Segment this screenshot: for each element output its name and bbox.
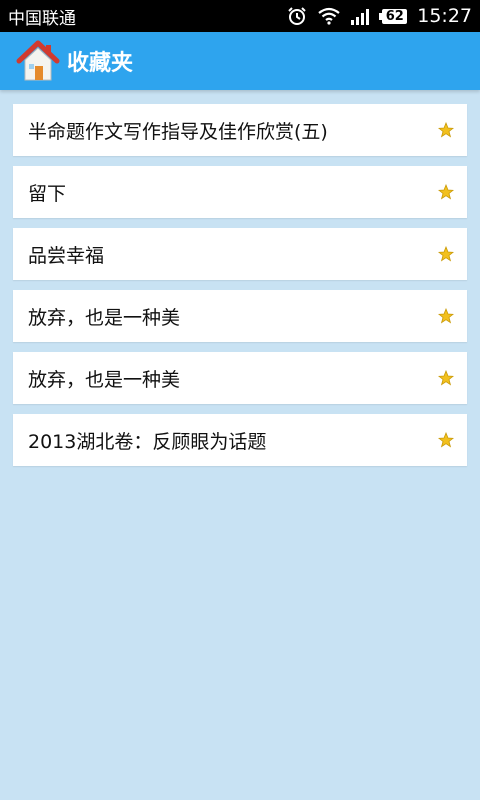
list-item[interactable]: 留下 [13, 166, 467, 218]
app-header: 收藏夹 [0, 32, 480, 90]
favorite-title: 半命题作文写作指导及佳作欣赏(五) [28, 120, 328, 143]
signal-icon [350, 7, 372, 25]
carrier-name: 中国联通 [8, 8, 76, 29]
favorite-title: 2013湖北卷：反顾眼为话题 [28, 430, 267, 453]
favorite-title: 留下 [28, 182, 67, 205]
favorites-list: 半命题作文写作指导及佳作欣赏(五) 留下 品尝幸福 放弃，也是一种美 放弃，也是… [13, 104, 467, 476]
favorite-title: 放弃，也是一种美 [28, 368, 181, 391]
star-icon[interactable] [438, 370, 454, 386]
battery-icon: 62 [379, 8, 408, 24]
list-item[interactable]: 半命题作文写作指导及佳作欣赏(五) [13, 104, 467, 156]
page-title: 收藏夹 [67, 51, 134, 76]
favorite-title: 放弃，也是一种美 [28, 306, 181, 329]
favorite-title: 品尝幸福 [28, 244, 105, 267]
star-icon[interactable] [438, 432, 454, 448]
wifi-icon [318, 7, 340, 25]
star-icon[interactable] [438, 184, 454, 200]
list-item[interactable]: 2013湖北卷：反顾眼为话题 [13, 414, 467, 466]
clock: 15:27 [417, 5, 472, 27]
status-bar: 中国联通 62 15:27 [0, 0, 480, 32]
list-item[interactable]: 品尝幸福 [13, 228, 467, 280]
home-icon[interactable] [15, 38, 61, 84]
list-item[interactable]: 放弃，也是一种美 [13, 290, 467, 342]
alarm-icon [286, 6, 308, 26]
status-icons: 62 15:27 [286, 5, 472, 27]
list-item[interactable]: 放弃，也是一种美 [13, 352, 467, 404]
star-icon[interactable] [438, 246, 454, 262]
star-icon[interactable] [438, 122, 454, 138]
star-icon[interactable] [438, 308, 454, 324]
